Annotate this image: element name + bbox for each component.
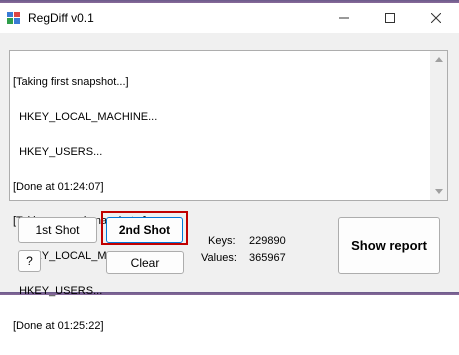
values-value: 365967 xyxy=(249,252,286,264)
log-textbox[interactable]: [Taking first snapshot...] HKEY_LOCAL_MA… xyxy=(9,50,448,331)
scroll-up-button[interactable] xyxy=(430,51,447,68)
close-button[interactable] xyxy=(413,3,459,33)
scroll-down-icon xyxy=(434,189,443,194)
scroll-down-button[interactable] xyxy=(430,183,447,200)
regdiff-window: RegDiff v0.1 [Taking first snapshot...] … xyxy=(0,3,459,331)
maximize-button[interactable] xyxy=(367,3,413,33)
clear-button[interactable]: Clear xyxy=(106,251,184,274)
show-report-button[interactable]: Show report xyxy=(338,217,440,274)
close-icon xyxy=(431,13,441,23)
log-line: [Done at 01:24:07] xyxy=(13,180,104,193)
vertical-scrollbar[interactable] xyxy=(430,51,447,200)
window-title: RegDiff v0.1 xyxy=(28,11,94,25)
values-label: Values: xyxy=(201,252,237,264)
help-button[interactable]: ? xyxy=(18,250,41,272)
log-lines: [Taking first snapshot...] HKEY_LOCAL_MA… xyxy=(13,54,428,355)
maximize-icon xyxy=(385,13,395,23)
log-line: HKEY_LOCAL_MACHINE... xyxy=(13,110,158,123)
log-line: HKEY_USERS... xyxy=(13,145,103,158)
minimize-button[interactable] xyxy=(321,3,367,33)
keys-label: Keys: xyxy=(208,235,236,247)
scroll-up-icon xyxy=(434,57,443,62)
title-bar[interactable]: RegDiff v0.1 xyxy=(0,3,459,33)
regdiff-app-icon xyxy=(7,12,20,24)
minimize-icon xyxy=(339,17,349,19)
log-line: [Taking first snapshot...] xyxy=(13,76,129,89)
first-shot-button[interactable]: 1st Shot xyxy=(18,217,97,243)
log-line: [Done at 01:25:22] xyxy=(13,319,104,332)
second-shot-button[interactable]: 2nd Shot xyxy=(106,217,183,243)
keys-value: 229890 xyxy=(249,235,286,247)
